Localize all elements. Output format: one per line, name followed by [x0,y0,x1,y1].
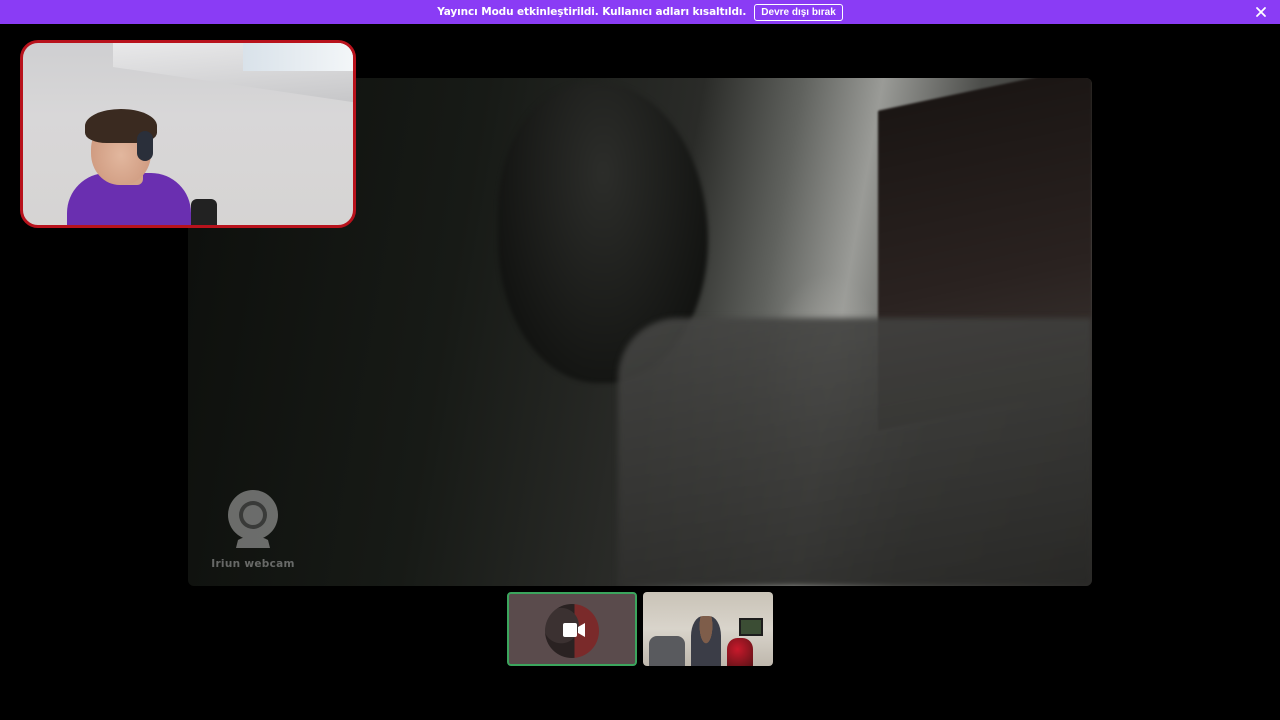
self-view-pip[interactable] [20,40,356,228]
video-camera-icon [563,623,585,637]
video-subject-arm [618,318,1092,586]
iriun-watermark: Iriun webcam [208,488,298,571]
pip-window-light [243,43,353,71]
headphones-icon [137,131,153,161]
watermark-label: Iriun webcam [211,558,295,570]
tile-chair [649,636,685,666]
close-icon[interactable] [1254,5,1268,19]
tile-red-jacket [727,638,753,666]
streamer-mode-notice-bar: Yayıncı Modu etkinleştirildi. Kullanıcı … [0,0,1280,24]
pip-chair [191,199,217,225]
tile-person [691,616,721,666]
streamer-mode-message: Yayıncı Modu etkinleştirildi. Kullanıcı … [437,6,747,18]
webcam-icon [228,490,278,548]
disable-streamer-mode-button[interactable]: Devre dışı bırak [754,3,843,21]
participant-tile-2[interactable] [643,592,773,666]
tile-wall-picture [739,618,763,636]
participant-tile-1[interactable] [507,592,637,666]
